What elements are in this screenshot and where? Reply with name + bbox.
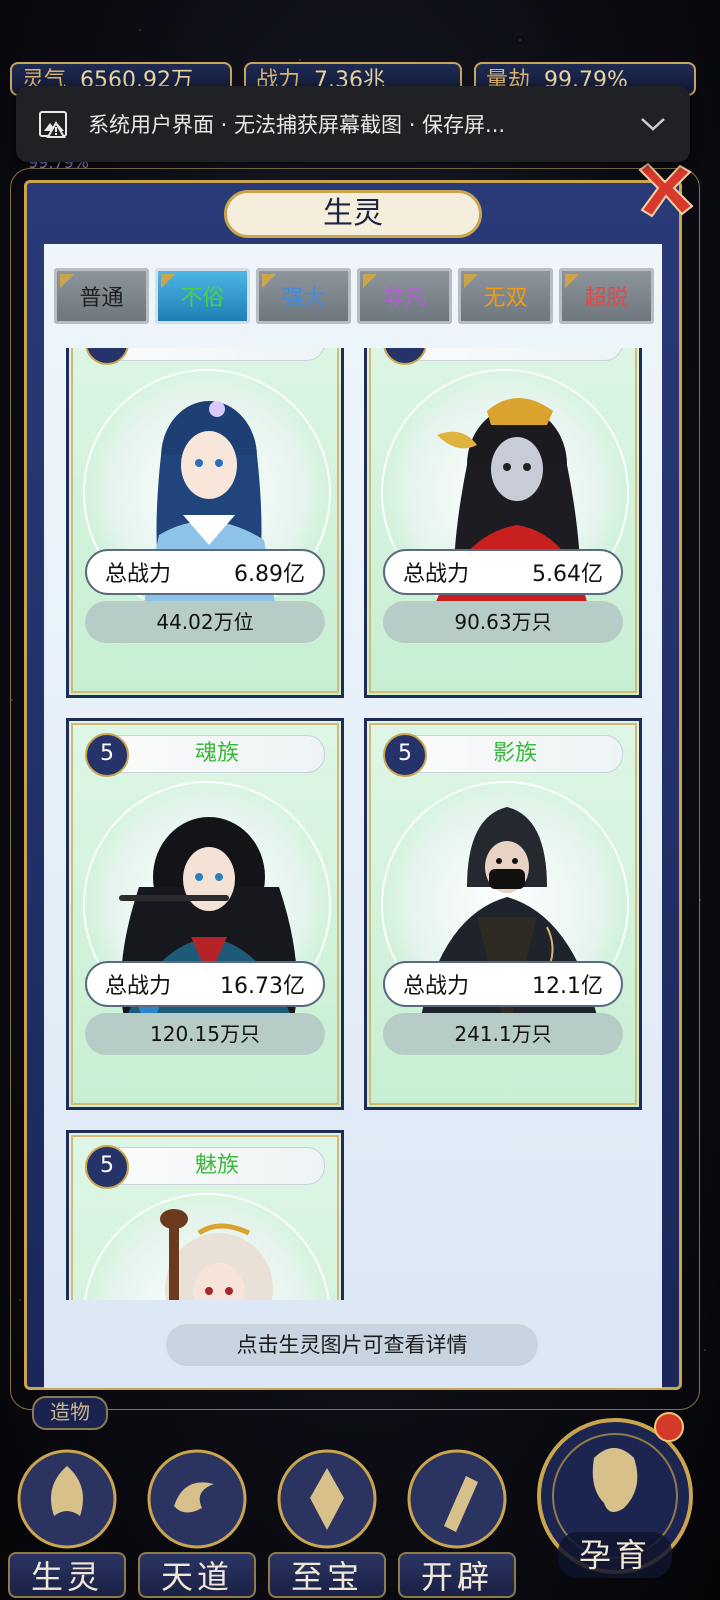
creature-name: 魅族 (109, 1147, 325, 1185)
tab-wushuang[interactable]: 无双 (458, 268, 553, 324)
hint-text: 点击生灵图片可查看详情 (164, 1322, 540, 1368)
power-label: 总战力 (403, 974, 470, 999)
power-label: 总战力 (403, 562, 470, 587)
swirl-emblem-icon (147, 1449, 247, 1549)
total-power: 总战力 6.89亿 (85, 549, 325, 595)
screenshot-blocked-icon (39, 111, 67, 138)
phoenix-emblem-icon (17, 1449, 117, 1549)
creature-name (407, 348, 623, 361)
zaowu-button[interactable]: 造物 (32, 1396, 108, 1430)
power-value: 16.73亿 (220, 974, 305, 999)
creature-card[interactable]: 5 影族 总战力 12.1亿 241.1万只 (364, 718, 642, 1110)
tab-putong[interactable]: 普通 (54, 268, 149, 324)
creature-name (109, 348, 325, 361)
total-power: 总战力 12.1亿 (383, 961, 623, 1007)
tab-chaotuo[interactable]: 超脱 (559, 268, 654, 324)
creature-name: 影族 (407, 735, 623, 773)
power-value: 6.89亿 (234, 562, 305, 587)
tab-qiangda[interactable]: 强大 (256, 268, 351, 324)
creature-card[interactable]: 总战力 5.64亿 90.63万只 (364, 348, 642, 698)
creature-name: 魂族 (109, 735, 325, 773)
power-value: 12.1亿 (532, 974, 603, 999)
population-count: 44.02万位 (85, 601, 325, 643)
population-count: 241.1万只 (383, 1013, 623, 1055)
power-label: 总战力 (105, 974, 172, 999)
total-power: 总战力 16.73亿 (85, 961, 325, 1007)
nav-label: 开辟 (398, 1552, 516, 1598)
nav-shengling[interactable]: 生灵 (8, 1446, 126, 1600)
nav-zhibao[interactable]: 至宝 (268, 1446, 386, 1600)
tab-feifan[interactable]: 非凡 (357, 268, 452, 324)
nav-tiandao[interactable]: 天道 (138, 1446, 256, 1600)
creature-card-grid: 总战力 6.89亿 44.02万位 总战力 5.64亿 90.63万只 5 魂族 (44, 348, 662, 1300)
creature-portrait[interactable] (79, 1189, 337, 1300)
system-notification[interactable]: 系统用户界面 · 无法捕获屏幕截图 · 保存屏... (16, 86, 690, 162)
power-label: 总战力 (105, 562, 172, 587)
nav-label: 孕育 (558, 1532, 672, 1578)
nav-label: 天道 (138, 1552, 256, 1598)
nav-label: 至宝 (268, 1552, 386, 1598)
rarity-tabs: 普通 不俗 强大 非凡 无双 超脱 (54, 268, 654, 324)
creature-card[interactable]: 5 魂族 总战力 16.73亿 120.15万只 (66, 718, 344, 1110)
power-value: 5.64亿 (532, 562, 603, 587)
population-count: 120.15万只 (85, 1013, 325, 1055)
treasure-emblem-icon (277, 1449, 377, 1549)
population-count: 90.63万只 (383, 601, 623, 643)
creature-card[interactable]: 总战力 6.89亿 44.02万位 (66, 348, 344, 698)
panel-title: 生灵 (224, 190, 482, 238)
chevron-down-icon[interactable] (638, 114, 668, 134)
nav-label: 生灵 (8, 1552, 126, 1598)
notification-dot (654, 1412, 684, 1442)
level-badge: 5 (85, 1145, 129, 1189)
level-badge: 5 (85, 733, 129, 777)
level-badge (383, 348, 427, 365)
nav-kaipi[interactable]: 开辟 (398, 1446, 516, 1600)
level-badge (85, 348, 129, 365)
total-power: 总战力 5.64亿 (383, 549, 623, 595)
close-icon[interactable] (632, 160, 698, 224)
axe-emblem-icon (407, 1449, 507, 1549)
notification-text: 系统用户界面 · 无法捕获屏幕截图 · 保存屏... (88, 113, 506, 137)
creature-card[interactable]: 5 魅族 (66, 1130, 344, 1300)
level-badge: 5 (383, 733, 427, 777)
tab-busu[interactable]: 不俗 (155, 268, 250, 324)
